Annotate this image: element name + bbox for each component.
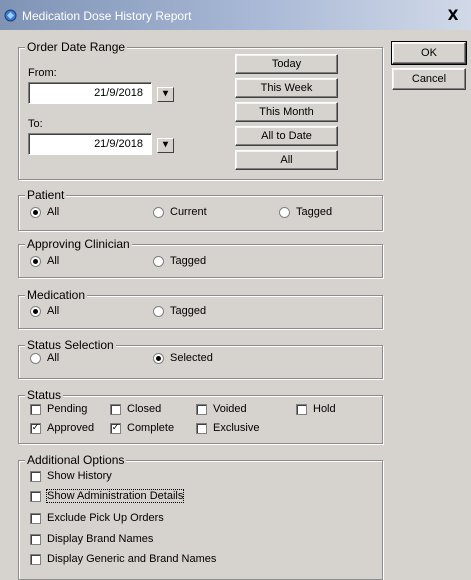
- radio-label: All: [47, 352, 60, 364]
- checkbox-label: Display Brand Names: [47, 533, 154, 545]
- checkbox-label: Exclude Pick Up Orders: [47, 512, 164, 524]
- radio-icon: [153, 255, 164, 267]
- checkbox-label: Approved: [47, 422, 95, 434]
- checkbox-icon: [30, 553, 41, 565]
- all-to-date-button[interactable]: All to Date: [235, 126, 338, 146]
- patient-tagged-radio[interactable]: Tagged: [279, 206, 332, 218]
- radio-label: Selected: [170, 352, 213, 364]
- status-complete-checkbox[interactable]: ✓ Complete: [110, 422, 174, 434]
- checkbox-icon: [196, 422, 207, 434]
- display-brand-names-checkbox[interactable]: Display Brand Names: [30, 533, 153, 545]
- show-history-checkbox[interactable]: Show History: [30, 470, 112, 482]
- close-icon: X: [447, 8, 459, 24]
- group-title: Status Selection: [25, 338, 116, 352]
- this-week-button[interactable]: This Week: [235, 78, 338, 98]
- radio-label: All: [47, 305, 60, 317]
- status-closed-checkbox[interactable]: Closed: [110, 403, 161, 415]
- group-title: Medication: [25, 288, 88, 302]
- checkbox-icon: [30, 470, 41, 482]
- medication-tagged-radio[interactable]: Tagged: [153, 305, 206, 317]
- today-button[interactable]: Today: [235, 54, 338, 74]
- close-button[interactable]: X: [441, 7, 465, 25]
- checkbox-icon: [196, 403, 207, 415]
- all-dates-button[interactable]: All: [235, 150, 338, 170]
- to-label: To:: [28, 118, 43, 130]
- from-date-dropdown[interactable]: ▾: [157, 87, 174, 102]
- report-dialog: Medication Dose History Report X OK Canc…: [0, 0, 471, 580]
- radio-label: Current: [170, 206, 207, 218]
- ok-button[interactable]: OK: [391, 41, 467, 65]
- checkmark-icon: ✓: [30, 422, 41, 434]
- down-arrow-icon: ▾: [162, 88, 169, 99]
- checkmark-icon: ✓: [110, 422, 121, 434]
- status-exclusive-checkbox[interactable]: Exclusive: [196, 422, 259, 434]
- clinician-tagged-radio[interactable]: Tagged: [153, 255, 206, 267]
- checkbox-icon: [30, 512, 41, 524]
- checkbox-label: Exclusive: [213, 422, 260, 434]
- radio-icon: [30, 352, 41, 364]
- radio-icon: [153, 206, 164, 218]
- display-generic-brand-names-checkbox[interactable]: Display Generic and Brand Names: [30, 553, 216, 565]
- app-icon: [4, 9, 17, 22]
- group-title: Additional Options: [25, 453, 127, 467]
- checkbox-icon: [30, 403, 41, 415]
- group-title: Approving Clinician: [25, 237, 132, 251]
- radio-selected-icon: [30, 206, 41, 218]
- status-pending-checkbox[interactable]: Pending: [30, 403, 87, 415]
- checkbox-label: Display Generic and Brand Names: [47, 553, 217, 565]
- status-approved-checkbox[interactable]: ✓ Approved: [30, 422, 94, 434]
- radio-selected-icon: [30, 305, 41, 317]
- checkbox-label: Voided: [213, 403, 247, 415]
- status-voided-checkbox[interactable]: Voided: [196, 403, 247, 415]
- checkbox-label: Show History: [47, 470, 112, 482]
- radio-label: Tagged: [296, 206, 333, 218]
- title-bar: Medication Dose History Report X: [0, 0, 471, 30]
- radio-icon: [153, 305, 164, 317]
- status-selection-all-radio[interactable]: All: [30, 352, 59, 364]
- checkbox-label: Hold: [313, 403, 336, 415]
- this-month-button[interactable]: This Month: [235, 102, 338, 122]
- status-selection-selected-radio[interactable]: Selected: [153, 352, 213, 364]
- group-title: Order Date Range: [25, 40, 128, 54]
- radio-label: All: [47, 206, 60, 218]
- checkbox-icon: [30, 490, 41, 502]
- radio-icon: [279, 206, 290, 218]
- radio-label: Tagged: [170, 305, 207, 317]
- patient-all-radio[interactable]: All: [30, 206, 59, 218]
- show-administration-details-checkbox[interactable]: Show Administration Details: [30, 489, 185, 503]
- medication-all-radio[interactable]: All: [30, 305, 59, 317]
- clinician-all-radio[interactable]: All: [30, 255, 59, 267]
- checkbox-icon: [30, 533, 41, 545]
- to-date-dropdown[interactable]: ▾: [157, 138, 174, 153]
- radio-label: All: [47, 255, 60, 267]
- from-date-field[interactable]: 21/9/2018: [28, 82, 152, 104]
- checkbox-icon: [296, 403, 307, 415]
- checkbox-icon: [110, 403, 121, 415]
- down-arrow-icon: ▾: [162, 139, 169, 150]
- radio-selected-icon: [153, 352, 164, 364]
- checkbox-label: Pending: [47, 403, 88, 415]
- exclude-pickup-orders-checkbox[interactable]: Exclude Pick Up Orders: [30, 512, 164, 524]
- to-date-field[interactable]: 21/9/2018: [28, 133, 152, 155]
- group-title: Patient: [25, 188, 67, 202]
- radio-selected-icon: [30, 255, 41, 267]
- group-title: Status: [25, 388, 64, 402]
- from-label: From:: [28, 67, 57, 79]
- patient-current-radio[interactable]: Current: [153, 206, 207, 218]
- checkbox-label: Show Administration Details: [45, 489, 185, 503]
- checkbox-label: Complete: [127, 422, 175, 434]
- status-hold-checkbox[interactable]: Hold: [296, 403, 336, 415]
- radio-label: Tagged: [170, 255, 207, 267]
- window-title: Medication Dose History Report: [22, 9, 192, 23]
- cancel-button[interactable]: Cancel: [392, 68, 466, 90]
- checkbox-label: Closed: [127, 403, 162, 415]
